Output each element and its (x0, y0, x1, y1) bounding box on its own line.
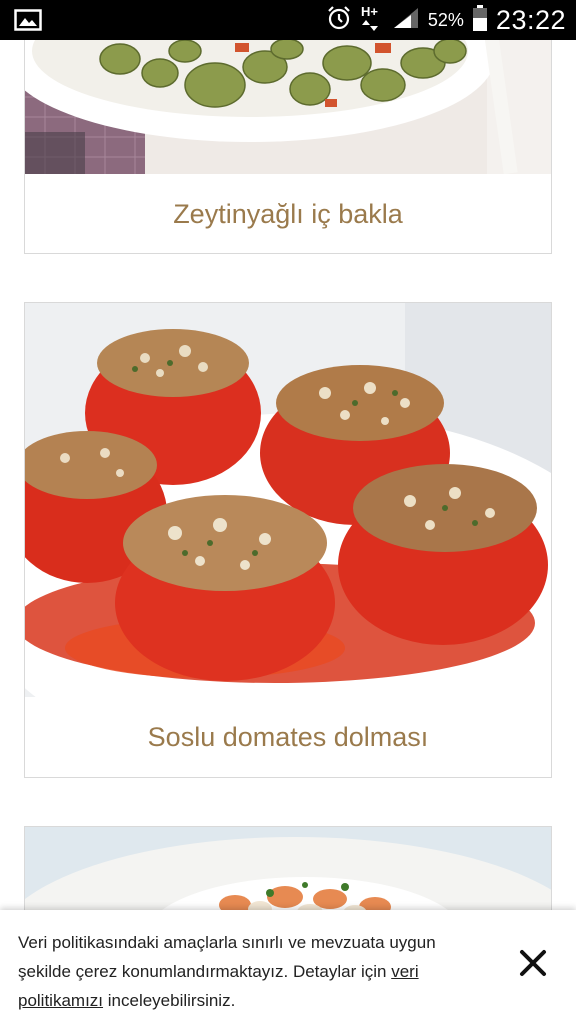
svg-text:H+: H+ (361, 4, 378, 19)
cookie-message: Veri politikasındaki amaçlarla sınırlı v… (18, 928, 478, 1015)
recipe-title[interactable]: Zeytinyağlı iç bakla (25, 174, 551, 253)
network-hplus-icon: H+ (360, 3, 384, 38)
battery-icon (472, 4, 488, 37)
battery-percent: 52% (427, 9, 464, 30)
status-icons: H+ 52% 23:22 (326, 0, 566, 40)
recipe-card[interactable]: Soslu domates dolması (24, 302, 552, 778)
stuffed-tomatoes-image[interactable] (25, 303, 551, 697)
recipe-card[interactable]: Zeytinyağlı iç bakla (24, 40, 552, 254)
cookie-text-after: inceleyebilirsiniz. (103, 991, 236, 1010)
cookie-banner: Veri politikasındaki amaçlarla sınırlı v… (0, 910, 576, 1024)
cookie-text-before: Veri politikasındaki amaçlarla sınırlı v… (18, 933, 436, 981)
clock: 23:22 (495, 4, 566, 35)
signal-icon (392, 6, 420, 35)
recipe-feed[interactable]: Zeytinyağlı iç bakla Soslu domates dolma… (0, 40, 576, 1024)
alarm-icon (326, 5, 352, 36)
broad-beans-dish-image[interactable] (25, 40, 551, 174)
status-bar: H+ 52% 23:22 (0, 0, 576, 40)
recipe-title[interactable]: Soslu domates dolması (25, 697, 551, 777)
image-icon (14, 8, 42, 32)
close-icon[interactable] (516, 946, 550, 980)
